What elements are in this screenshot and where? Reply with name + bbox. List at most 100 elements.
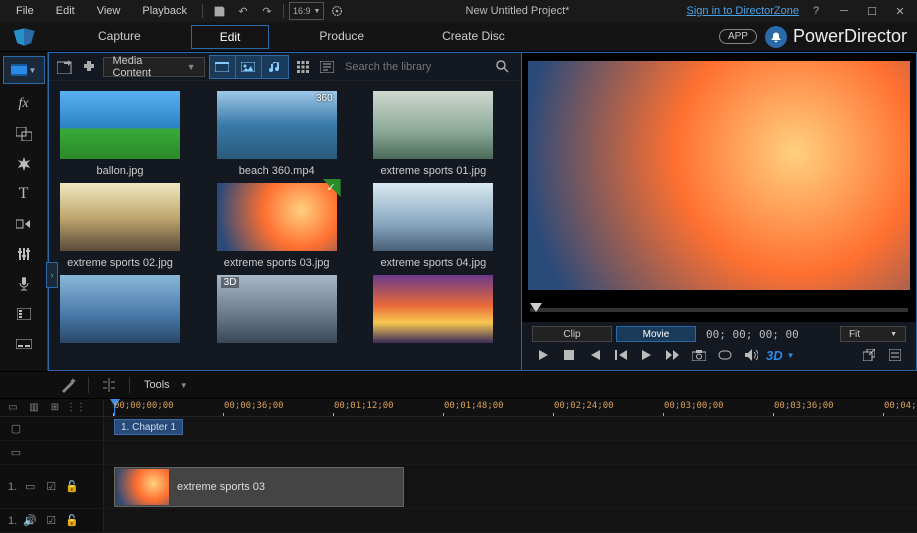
filter-image-icon[interactable] — [236, 56, 262, 78]
save-icon[interactable] — [208, 2, 230, 20]
video-track-icon[interactable]: ▭ — [22, 480, 38, 493]
audio-track-body[interactable] — [104, 509, 917, 532]
signin-link[interactable]: Sign in to DirectorZone — [687, 5, 800, 17]
close-icon[interactable]: ✕ — [889, 2, 911, 20]
aspect-ratio-dropdown[interactable]: 16:9 ▼ — [289, 2, 324, 20]
preview-seek-slider[interactable] — [530, 308, 908, 312]
timeline-view-2-icon[interactable]: ▥ — [25, 401, 43, 415]
media-item[interactable]: ✓extreme sports 03.jpg — [212, 183, 342, 269]
video-track-body[interactable]: extreme sports 03 — [104, 465, 917, 508]
audio-mixing-room-icon[interactable] — [7, 240, 41, 268]
add-track-icon[interactable]: ⊞ — [46, 401, 64, 415]
media-item[interactable]: 360beach 360.mp4 — [212, 91, 342, 177]
media-item[interactable] — [55, 275, 185, 349]
play-icon[interactable] — [532, 346, 554, 364]
plugins-icon[interactable] — [79, 56, 99, 78]
search-icon[interactable] — [491, 56, 515, 78]
particle-room-icon[interactable] — [7, 150, 41, 178]
prev-frame-icon[interactable] — [584, 346, 606, 364]
magic-tools-icon[interactable] — [56, 375, 80, 395]
ruler-tick: 00;03;36;00 — [774, 401, 834, 411]
zoom-fit-dropdown[interactable]: Fit▼ — [840, 326, 906, 342]
3d-dropdown-icon[interactable]: ▼ — [787, 351, 795, 360]
loop-icon[interactable] — [714, 346, 736, 364]
tab-create-disc[interactable]: Create Disc — [414, 25, 533, 49]
prev-unit-icon[interactable] — [610, 346, 632, 364]
menu-edit[interactable]: Edit — [46, 3, 85, 19]
app-badge[interactable]: APP — [719, 29, 757, 44]
ruler-tick: 00;04;12;00 — [884, 401, 917, 411]
timeline-ruler[interactable]: ▭ ▥ ⊞ ⋮⋮ 00;00;00;0000;00;36;0000;01;12;… — [0, 399, 917, 417]
media-item[interactable]: extreme sports 02.jpg — [55, 183, 185, 269]
menu-file[interactable]: File — [6, 3, 44, 19]
media-item[interactable]: 3D — [212, 275, 342, 349]
next-frame-icon[interactable] — [636, 346, 658, 364]
volume-icon[interactable] — [740, 346, 762, 364]
title-room-icon[interactable]: T — [7, 180, 41, 208]
tab-produce[interactable]: Produce — [291, 25, 392, 49]
clip-mode-button[interactable]: Clip — [532, 326, 612, 342]
category-dropdown[interactable]: Media Content ▼ — [103, 57, 204, 77]
media-item[interactable]: ballon.jpg — [55, 91, 185, 177]
fx-room-icon[interactable]: fx — [7, 90, 41, 118]
menu-playback[interactable]: Playback — [132, 3, 197, 19]
pip-room-icon[interactable] — [7, 120, 41, 148]
expand-sidebar-handle[interactable]: › — [46, 262, 58, 288]
filter-video-icon[interactable] — [210, 56, 236, 78]
voiceover-room-icon[interactable] — [7, 270, 41, 298]
media-item[interactable]: extreme sports 01.jpg — [368, 91, 498, 177]
minimize-icon[interactable]: ─ — [833, 2, 855, 20]
timeline-clip[interactable]: extreme sports 03 — [114, 467, 404, 507]
media-name: extreme sports 02.jpg — [67, 257, 173, 269]
track-options-icon[interactable]: ⋮⋮ — [67, 401, 85, 415]
audio-track-icon[interactable]: 🔊 — [22, 514, 38, 527]
transition-room-icon[interactable] — [7, 210, 41, 238]
library-toolbar: Media Content ▼ — [49, 53, 521, 81]
subtitle-room-icon[interactable] — [7, 330, 41, 358]
fast-forward-icon[interactable] — [662, 346, 684, 364]
chapter-marker[interactable]: 1. Chapter 1 — [114, 419, 183, 435]
separator — [88, 377, 89, 393]
menu-view[interactable]: View — [87, 3, 131, 19]
subtitle-track-icon[interactable]: ▭ — [8, 446, 24, 459]
media-room-button[interactable]: ▼ — [3, 56, 45, 84]
settings-icon[interactable] — [326, 2, 348, 20]
timeline-view-1-icon[interactable]: ▭ — [4, 401, 22, 415]
redo-icon[interactable]: ↷ — [256, 2, 278, 20]
timeline-toolbar: Tools ▼ — [0, 371, 917, 399]
ruler-tick: 00;00;00;00 — [114, 401, 174, 411]
3d-button[interactable]: 3D — [766, 348, 783, 363]
movie-mode-button[interactable]: Movie — [616, 326, 696, 342]
snapshot-icon[interactable] — [688, 346, 710, 364]
preview-viewport[interactable] — [522, 53, 916, 322]
grid-view-icon[interactable] — [293, 56, 313, 78]
undock-icon[interactable] — [858, 346, 880, 364]
media-item[interactable] — [368, 275, 498, 349]
tab-edit[interactable]: Edit — [191, 25, 270, 49]
separator — [283, 4, 284, 18]
stop-icon[interactable] — [558, 346, 580, 364]
notifications-icon[interactable] — [765, 26, 787, 48]
track-lock-icon[interactable]: 🔓 — [64, 514, 80, 527]
undo-icon[interactable]: ↶ — [232, 2, 254, 20]
marker-icon[interactable]: ▢ — [8, 422, 24, 435]
maximize-icon[interactable]: ☐ — [861, 2, 883, 20]
preview-image — [528, 61, 910, 290]
track-audible-icon[interactable]: ☑ — [43, 514, 59, 527]
track-lock-icon[interactable]: 🔓 — [64, 480, 80, 493]
help-icon[interactable]: ? — [805, 2, 827, 20]
tools-dropdown[interactable]: Tools ▼ — [138, 377, 194, 393]
split-icon[interactable] — [97, 375, 121, 395]
media-thumbnail — [373, 275, 493, 343]
library-menu-icon[interactable] — [317, 56, 337, 78]
track-visible-icon[interactable]: ☑ — [43, 480, 59, 493]
media-item[interactable]: extreme sports 04.jpg — [368, 183, 498, 269]
import-media-icon[interactable] — [55, 56, 75, 78]
filter-audio-icon[interactable] — [262, 56, 288, 78]
media-name: ballon.jpg — [96, 165, 143, 177]
preview-settings-icon[interactable] — [884, 346, 906, 364]
tab-capture[interactable]: Capture — [70, 25, 169, 49]
search-input[interactable] — [341, 59, 491, 75]
seek-knob[interactable] — [530, 303, 542, 312]
chapter-room-icon[interactable] — [7, 300, 41, 328]
